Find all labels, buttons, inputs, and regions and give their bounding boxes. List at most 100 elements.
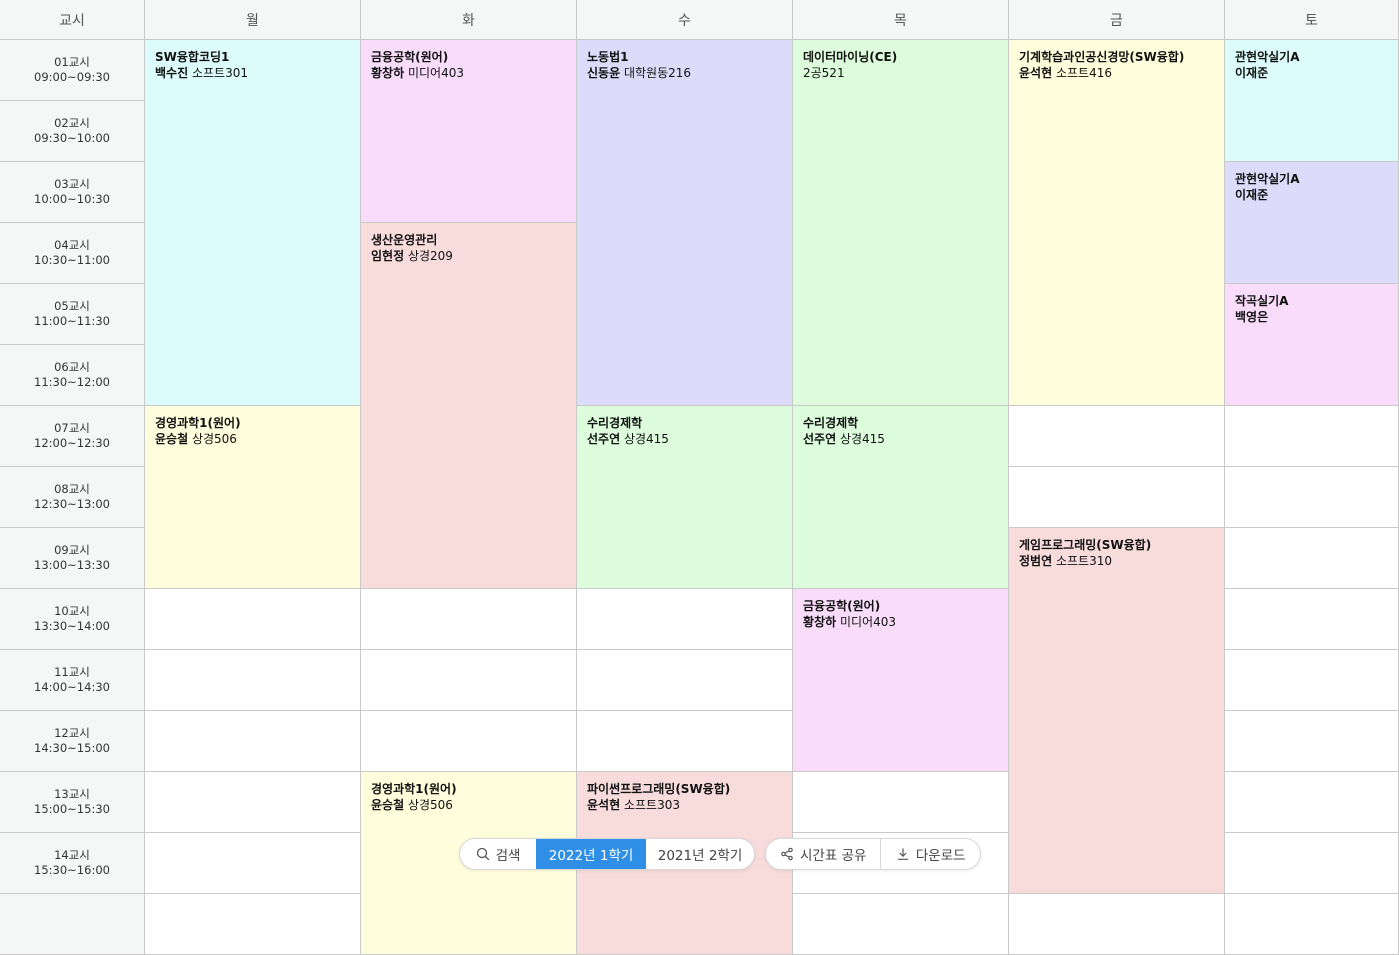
course-professor: 정범연	[1019, 554, 1053, 568]
empty-time-slot[interactable]	[1009, 467, 1225, 528]
course-block[interactable]: 생산운영관리 임현정 상경209	[361, 223, 577, 589]
empty-time-slot[interactable]	[361, 589, 577, 650]
period-label: 11교시 14:00~14:30	[0, 650, 145, 711]
empty-time-slot[interactable]	[793, 772, 1009, 833]
course-room: 미디어403	[839, 615, 896, 629]
course-details: 윤승철 상경506	[371, 797, 566, 813]
empty-time-slot[interactable]	[1225, 894, 1399, 955]
empty-time-slot[interactable]	[1009, 406, 1225, 467]
period-label: 12교시 14:30~15:00	[0, 711, 145, 772]
course-professor: 황창하	[371, 66, 405, 80]
share-icon	[781, 847, 793, 861]
course-room: 대학원동216	[623, 66, 692, 80]
semester-tab-active[interactable]: 2022년 1학기	[536, 839, 646, 869]
course-name: 경영과학1(원어)	[155, 416, 241, 430]
course-block[interactable]: 관현악실기A 이재준	[1225, 162, 1399, 284]
course-details: 선주연 상경415	[587, 431, 782, 447]
course-details: 백수진 소프트301	[155, 65, 350, 81]
course-room: 미디어403	[407, 66, 464, 80]
course-block[interactable]: 금융공학(원어) 황창하 미디어403	[793, 589, 1009, 772]
course-block[interactable]: 노동법1 신동윤 대학원동216	[577, 40, 793, 406]
course-block[interactable]: 작곡실기A 백영은	[1225, 284, 1399, 406]
course-name: SW융합코딩1	[155, 50, 230, 64]
day-header-fri: 금	[1009, 0, 1225, 40]
course-room: 소프트416	[1055, 66, 1112, 80]
period-time: 12:30~13:00	[34, 497, 110, 511]
empty-time-slot[interactable]	[1225, 833, 1399, 894]
course-name: 기계학습과인공신경망(SW융합)	[1019, 50, 1185, 64]
empty-time-slot[interactable]	[145, 589, 361, 650]
empty-time-slot[interactable]	[1225, 650, 1399, 711]
download-icon	[897, 848, 908, 860]
download-label: 다운로드	[915, 848, 966, 864]
course-professor: 이재준	[1235, 188, 1269, 202]
period-time: 15:00~15:30	[34, 802, 110, 816]
empty-time-slot[interactable]	[1009, 894, 1225, 955]
period-label: 09교시 13:00~13:30	[0, 528, 145, 589]
course-professor: 이재준	[1235, 66, 1269, 80]
course-room: 상경506	[191, 432, 237, 446]
day-header-thu: 목	[793, 0, 1009, 40]
period-time: 14:00~14:30	[34, 680, 110, 694]
empty-time-slot[interactable]	[577, 711, 793, 772]
empty-time-slot[interactable]	[1225, 528, 1399, 589]
period-number: 13교시	[54, 787, 90, 801]
empty-time-slot[interactable]	[145, 894, 361, 955]
course-block[interactable]: 수리경제학 선주연 상경415	[577, 406, 793, 589]
empty-time-slot[interactable]	[1225, 467, 1399, 528]
empty-time-slot[interactable]	[145, 833, 361, 894]
course-name: 관현악실기A	[1235, 172, 1300, 186]
empty-time-slot[interactable]	[1225, 406, 1399, 467]
course-block[interactable]: 게임프로그래밍(SW융합) 정범연 소프트310	[1009, 528, 1225, 894]
course-block[interactable]: 기계학습과인공신경망(SW융합) 윤석현 소프트416	[1009, 40, 1225, 406]
course-professor: 윤승철	[371, 798, 405, 812]
course-name: 게임프로그래밍(SW융합)	[1019, 538, 1152, 552]
semester-tab[interactable]: 2021년 2학기	[646, 839, 754, 869]
empty-time-slot[interactable]	[145, 711, 361, 772]
empty-time-slot[interactable]	[361, 711, 577, 772]
empty-time-slot[interactable]	[577, 650, 793, 711]
period-number: 14교시	[54, 848, 90, 862]
course-details: 2공521	[803, 65, 998, 81]
course-details: 임현정 상경209	[371, 248, 566, 264]
course-name: 노동법1	[587, 50, 629, 64]
period-number: 02교시	[54, 116, 90, 130]
empty-time-slot[interactable]	[1225, 772, 1399, 833]
course-block[interactable]: 경영과학1(원어) 윤승철 상경506	[145, 406, 361, 589]
empty-time-slot[interactable]	[145, 650, 361, 711]
period-time: 11:30~12:00	[34, 375, 110, 389]
empty-time-slot[interactable]	[577, 589, 793, 650]
semester-toolbar: 검색 2022년 1학기 2021년 2학기	[459, 838, 755, 870]
course-details: 황창하 미디어403	[803, 614, 998, 630]
course-block[interactable]: SW융합코딩1 백수진 소프트301	[145, 40, 361, 406]
share-toolbar: 시간표 공유 다운로드	[765, 838, 981, 870]
share-label: 시간표 공유	[800, 848, 867, 864]
empty-time-slot[interactable]	[1225, 589, 1399, 650]
day-header-mon: 월	[145, 0, 361, 40]
download-button[interactable]: 다운로드	[881, 839, 980, 869]
period-time: 09:30~10:00	[34, 131, 110, 145]
period-time: 13:00~13:30	[34, 558, 110, 572]
share-timetable-button[interactable]: 시간표 공유	[766, 839, 880, 869]
search-button[interactable]: 검색	[460, 839, 536, 869]
course-professor: 백수진	[155, 66, 189, 80]
course-block[interactable]: 관현악실기A 이재준	[1225, 40, 1399, 162]
course-name: 데이터마이닝(CE)	[803, 50, 898, 64]
empty-time-slot[interactable]	[145, 772, 361, 833]
empty-time-slot[interactable]	[1225, 711, 1399, 772]
course-details: 선주연 상경415	[803, 431, 998, 447]
course-block[interactable]: 데이터마이닝(CE) 2공521	[793, 40, 1009, 406]
period-number: 10교시	[54, 604, 90, 618]
period-time: 14:30~15:00	[34, 741, 110, 755]
empty-time-slot[interactable]	[793, 894, 1009, 955]
period-number: 07교시	[54, 421, 90, 435]
course-room: 2공521	[803, 66, 845, 80]
course-block[interactable]: 수리경제학 선주연 상경415	[793, 406, 1009, 589]
course-details: 이재준	[1235, 65, 1388, 81]
period-label: 13교시 15:00~15:30	[0, 772, 145, 833]
period-time: 10:00~10:30	[34, 192, 110, 206]
course-block[interactable]: 금융공학(원어) 황창하 미디어403	[361, 40, 577, 223]
course-room: 상경209	[407, 249, 453, 263]
empty-time-slot[interactable]	[361, 650, 577, 711]
course-name: 금융공학(원어)	[803, 599, 881, 613]
